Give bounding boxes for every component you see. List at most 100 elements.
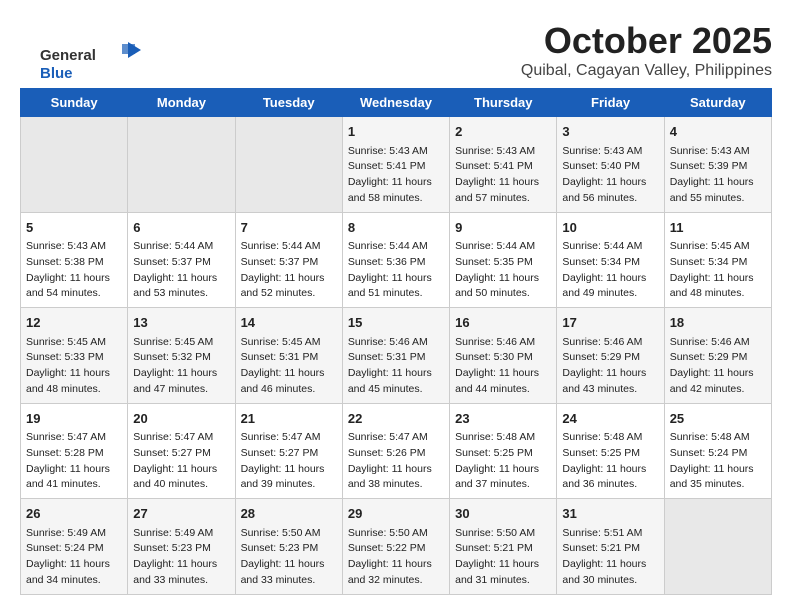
sunset-text: Sunset: 5:23 PM <box>241 541 337 557</box>
daylight-text: Daylight: 11 hours and 35 minutes. <box>670 462 766 494</box>
daylight-text: Daylight: 11 hours and 56 minutes. <box>562 175 658 207</box>
cell-content: 3Sunrise: 5:43 AMSunset: 5:40 PMDaylight… <box>562 122 658 207</box>
sunset-text: Sunset: 5:24 PM <box>670 446 766 462</box>
day-number: 8 <box>348 218 444 238</box>
calendar-cell <box>128 117 235 213</box>
cell-content: 5Sunrise: 5:43 AMSunset: 5:38 PMDaylight… <box>26 218 122 303</box>
sunset-text: Sunset: 5:21 PM <box>562 541 658 557</box>
sunset-text: Sunset: 5:29 PM <box>670 350 766 366</box>
sunrise-text: Sunrise: 5:43 AM <box>26 239 122 255</box>
svg-text:General: General <box>40 47 96 64</box>
sunrise-text: Sunrise: 5:45 AM <box>241 335 337 351</box>
sunset-text: Sunset: 5:38 PM <box>26 255 122 271</box>
calendar-cell: 2Sunrise: 5:43 AMSunset: 5:41 PMDaylight… <box>450 117 557 213</box>
day-number: 25 <box>670 409 766 429</box>
daylight-text: Daylight: 11 hours and 48 minutes. <box>26 366 122 398</box>
weekday-header-sunday: Sunday <box>21 89 128 117</box>
daylight-text: Daylight: 11 hours and 39 minutes. <box>241 462 337 494</box>
daylight-text: Daylight: 11 hours and 44 minutes. <box>455 366 551 398</box>
sunset-text: Sunset: 5:27 PM <box>133 446 229 462</box>
cell-content: 25Sunrise: 5:48 AMSunset: 5:24 PMDayligh… <box>670 409 766 494</box>
sunrise-text: Sunrise: 5:44 AM <box>133 239 229 255</box>
daylight-text: Daylight: 11 hours and 37 minutes. <box>455 462 551 494</box>
daylight-text: Daylight: 11 hours and 57 minutes. <box>455 175 551 207</box>
day-number: 10 <box>562 218 658 238</box>
sunrise-text: Sunrise: 5:46 AM <box>455 335 551 351</box>
daylight-text: Daylight: 11 hours and 49 minutes. <box>562 271 658 303</box>
calendar-cell: 7Sunrise: 5:44 AMSunset: 5:37 PMDaylight… <box>235 212 342 308</box>
day-number: 17 <box>562 313 658 333</box>
cell-content: 13Sunrise: 5:45 AMSunset: 5:32 PMDayligh… <box>133 313 229 398</box>
day-number: 5 <box>26 218 122 238</box>
daylight-text: Daylight: 11 hours and 52 minutes. <box>241 271 337 303</box>
calendar-cell: 5Sunrise: 5:43 AMSunset: 5:38 PMDaylight… <box>21 212 128 308</box>
sunrise-text: Sunrise: 5:44 AM <box>455 239 551 255</box>
calendar-cell <box>21 117 128 213</box>
cell-content: 17Sunrise: 5:46 AMSunset: 5:29 PMDayligh… <box>562 313 658 398</box>
daylight-text: Daylight: 11 hours and 43 minutes. <box>562 366 658 398</box>
cell-content: 27Sunrise: 5:49 AMSunset: 5:23 PMDayligh… <box>133 504 229 589</box>
cell-content: 12 Sunrise: 5:45 AMSunset: 5:33 PMDayligh… <box>26 313 122 398</box>
sunrise-text: Sunrise: 5:50 AM <box>348 526 444 542</box>
sunset-text: Sunset: 5:41 PM <box>348 159 444 175</box>
sunset-text: Sunset: 5:36 PM <box>348 255 444 271</box>
cell-content: 26Sunrise: 5:49 AMSunset: 5:24 PMDayligh… <box>26 504 122 589</box>
calendar-cell: 1Sunrise: 5:43 AMSunset: 5:41 PMDaylight… <box>342 117 449 213</box>
sunset-text: Sunset: 5:33 PM <box>26 350 122 366</box>
sunrise-text: Sunrise: 5:43 AM <box>562 144 658 160</box>
sunrise-text: Sunrise: 5:44 AM <box>241 239 337 255</box>
sunrise-text: Sunrise: 5:47 AM <box>348 430 444 446</box>
calendar-cell: 22Sunrise: 5:47 AMSunset: 5:26 PMDayligh… <box>342 403 449 499</box>
sunrise-text: Sunrise: 5:47 AM <box>133 430 229 446</box>
sunset-text: Sunset: 5:21 PM <box>455 541 551 557</box>
day-number: 28 <box>241 504 337 524</box>
calendar-cell: 27Sunrise: 5:49 AMSunset: 5:23 PMDayligh… <box>128 499 235 595</box>
cell-content: 14Sunrise: 5:45 AMSunset: 5:31 PMDayligh… <box>241 313 337 398</box>
weekday-header-thursday: Thursday <box>450 89 557 117</box>
sunrise-text: Sunrise: 5:51 AM <box>562 526 658 542</box>
daylight-text: Daylight: 11 hours and 34 minutes. <box>26 557 122 589</box>
weekday-header-monday: Monday <box>128 89 235 117</box>
sunrise-text: Sunrise: 5:45 AM <box>670 239 766 255</box>
daylight-text: Daylight: 11 hours and 53 minutes. <box>133 271 229 303</box>
sunset-text: Sunset: 5:24 PM <box>26 541 122 557</box>
sunset-text: Sunset: 5:34 PM <box>562 255 658 271</box>
calendar-cell: 13Sunrise: 5:45 AMSunset: 5:32 PMDayligh… <box>128 308 235 404</box>
sunrise-text: Sunrise: 5:43 AM <box>348 144 444 160</box>
calendar-cell: 25Sunrise: 5:48 AMSunset: 5:24 PMDayligh… <box>664 403 771 499</box>
weekday-header-tuesday: Tuesday <box>235 89 342 117</box>
sunset-text: Sunset: 5:25 PM <box>562 446 658 462</box>
cell-content: 30Sunrise: 5:50 AMSunset: 5:21 PMDayligh… <box>455 504 551 589</box>
sunrise-text: Sunrise: 5:48 AM <box>562 430 658 446</box>
calendar-cell: 26Sunrise: 5:49 AMSunset: 5:24 PMDayligh… <box>21 499 128 595</box>
sunrise-text: Sunrise: 5:45 AM <box>133 335 229 351</box>
sunrise-text: Sunrise: 5:49 AM <box>133 526 229 542</box>
day-number: 6 <box>133 218 229 238</box>
sunrise-text: Sunrise: 5:47 AM <box>26 430 122 446</box>
calendar-cell: 24Sunrise: 5:48 AMSunset: 5:25 PMDayligh… <box>557 403 664 499</box>
daylight-text: Daylight: 11 hours and 54 minutes. <box>26 271 122 303</box>
day-number: 20 <box>133 409 229 429</box>
day-number: 14 <box>241 313 337 333</box>
cell-content: 10Sunrise: 5:44 AMSunset: 5:34 PMDayligh… <box>562 218 658 303</box>
sunrise-text: Sunrise: 5:45 AM <box>26 335 122 351</box>
calendar-cell: 6Sunrise: 5:44 AMSunset: 5:37 PMDaylight… <box>128 212 235 308</box>
sunset-text: Sunset: 5:32 PM <box>133 350 229 366</box>
calendar-cell: 29Sunrise: 5:50 AMSunset: 5:22 PMDayligh… <box>342 499 449 595</box>
cell-content: 18Sunrise: 5:46 AMSunset: 5:29 PMDayligh… <box>670 313 766 398</box>
daylight-text: Daylight: 11 hours and 51 minutes. <box>348 271 444 303</box>
day-number: 26 <box>26 504 122 524</box>
cell-content: 24Sunrise: 5:48 AMSunset: 5:25 PMDayligh… <box>562 409 658 494</box>
day-number: 9 <box>455 218 551 238</box>
cell-content: 29Sunrise: 5:50 AMSunset: 5:22 PMDayligh… <box>348 504 444 589</box>
sunset-text: Sunset: 5:34 PM <box>670 255 766 271</box>
top-area: General Blue October 2025 Quibal, Cagaya… <box>20 20 772 80</box>
day-number: 30 <box>455 504 551 524</box>
weekday-header-friday: Friday <box>557 89 664 117</box>
weekday-header-wednesday: Wednesday <box>342 89 449 117</box>
day-number: 12 <box>26 313 122 333</box>
sunset-text: Sunset: 5:25 PM <box>455 446 551 462</box>
daylight-text: Daylight: 11 hours and 38 minutes. <box>348 462 444 494</box>
calendar-cell: 11Sunrise: 5:45 AMSunset: 5:34 PMDayligh… <box>664 212 771 308</box>
calendar-cell: 3Sunrise: 5:43 AMSunset: 5:40 PMDaylight… <box>557 117 664 213</box>
